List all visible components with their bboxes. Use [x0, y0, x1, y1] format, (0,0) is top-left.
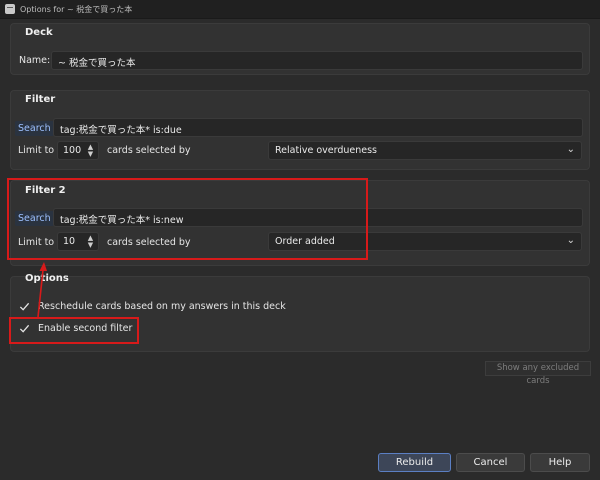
chevron-down-icon: ⌄ [566, 144, 575, 155]
filter2-limit-value: 10 [63, 236, 76, 247]
deck-group-title: Deck [25, 27, 53, 38]
options-group: Options [10, 273, 590, 352]
filter1-group-title: Filter [25, 94, 56, 105]
filter2-order-value: Order added [275, 236, 335, 247]
window-title: Options for ~ 税金で買った本 [20, 4, 133, 14]
app-icon [5, 4, 15, 14]
reschedule-label: Reschedule cards based on my answers in … [38, 300, 286, 312]
show-excluded-button[interactable]: Show any excluded cards [485, 361, 591, 386]
spin-arrows-icon[interactable]: ▲ ▼ [86, 235, 95, 249]
checkmark-icon[interactable] [18, 300, 30, 312]
filter2-limit-spinbox[interactable]: 10 ▲ ▼ [57, 232, 99, 251]
filter1-cards-label: cards selected by [107, 145, 191, 156]
cancel-button[interactable]: Cancel [456, 453, 525, 472]
deck-group: Deck Name: ~ 税金で買った本 [10, 23, 590, 75]
options-group-title: Options [25, 273, 69, 284]
filter1-limit-spinbox[interactable]: 100 ▲ ▼ [57, 141, 99, 160]
window-titlebar: Options for ~ 税金で買った本 [0, 0, 600, 19]
filter1-group: Filter Search tag:税金で買った本* is:due Limit … [10, 90, 590, 170]
enable-second-filter-checkbox[interactable]: Enable second filter [18, 320, 132, 336]
filter2-cards-label: cards selected by [107, 237, 191, 248]
filter1-search-button[interactable]: Search [15, 121, 54, 136]
spin-arrows-icon[interactable]: ▲ ▼ [86, 144, 95, 158]
deck-name-field[interactable]: ~ 税金で買った本 [51, 51, 583, 70]
chevron-down-icon: ⌄ [566, 235, 575, 246]
filter1-limit-label: Limit to [18, 145, 55, 156]
filter1-order-value: Relative overdueness [275, 145, 378, 156]
filter1-search-field[interactable]: tag:税金で買った本* is:due [53, 118, 583, 137]
filter2-search-button[interactable]: Search [15, 211, 54, 226]
enable-second-filter-label: Enable second filter [38, 322, 133, 334]
filter2-search-field[interactable]: tag:税金で買った本* is:new [53, 208, 583, 227]
filter2-group: Filter 2 Search tag:税金で買った本* is:new Limi… [10, 180, 590, 266]
checkmark-icon[interactable] [18, 322, 30, 334]
filter1-limit-value: 100 [63, 145, 82, 156]
help-button[interactable]: Help [530, 453, 590, 472]
filter2-limit-label: Limit to [18, 237, 55, 248]
rebuild-button[interactable]: Rebuild [378, 453, 451, 472]
reschedule-checkbox[interactable]: Reschedule cards based on my answers in … [18, 298, 286, 314]
filter2-group-title: Filter 2 [25, 185, 66, 196]
filter2-order-select[interactable]: Order added ⌄ [268, 232, 582, 251]
name-label: Name: [19, 55, 51, 66]
filter1-order-select[interactable]: Relative overdueness ⌄ [268, 141, 582, 160]
